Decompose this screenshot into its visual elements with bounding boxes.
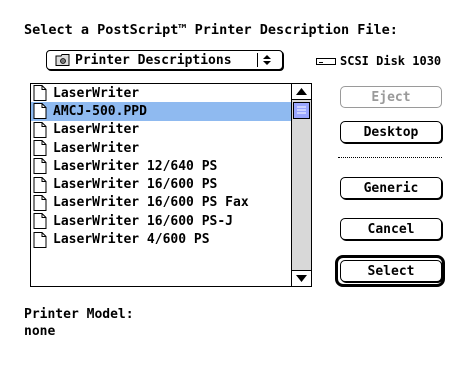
file-name: LaserWriter <box>53 85 140 101</box>
file-list[interactable]: LaserWriter AMCJ-500.PPD LaserWriter LaserW… <box>30 83 312 287</box>
generic-button[interactable]: Generic <box>340 177 442 199</box>
grip-icon <box>297 106 306 114</box>
document-icon <box>33 213 47 230</box>
printer-model-label: Printer Model: <box>24 307 134 322</box>
hard-disk-icon <box>316 57 336 65</box>
eject-button[interactable]: Eject <box>340 86 442 108</box>
document-icon <box>33 103 47 120</box>
file-name: LaserWriter 16/600 PS Fax <box>53 195 249 211</box>
folder-popup-label: Printer Descriptions <box>75 52 232 68</box>
file-name: LaserWriter <box>53 122 140 138</box>
document-icon <box>33 176 47 193</box>
desktop-button[interactable]: Desktop <box>340 121 442 143</box>
document-icon <box>33 194 47 211</box>
file-name: LaserWriter 4/600 PS <box>53 232 210 248</box>
document-icon <box>33 121 47 138</box>
updown-arrows-icon <box>257 53 276 67</box>
file-list-item[interactable]: LaserWriter 12/640 PS <box>31 157 292 175</box>
cancel-button[interactable]: Cancel <box>340 218 442 240</box>
scroll-thumb[interactable] <box>293 102 310 119</box>
printer-model-value: none <box>24 324 56 339</box>
file-list-item[interactable]: LaserWriter 16/600 PS <box>31 175 292 193</box>
document-icon <box>33 231 47 248</box>
folder-popup-menu[interactable]: Printer Descriptions <box>46 50 283 70</box>
file-list-item[interactable]: LaserWriter <box>31 121 292 139</box>
disk-label: SCSI Disk 1030 <box>340 54 442 68</box>
file-name: LaserWriter 16/600 PS <box>53 177 218 193</box>
file-list-rows: LaserWriter AMCJ-500.PPD LaserWriter LaserW… <box>31 84 292 249</box>
select-button[interactable]: Select <box>340 260 442 282</box>
file-name: LaserWriter 16/600 PS-J <box>53 213 234 229</box>
button-separator <box>338 157 442 158</box>
document-icon <box>33 85 47 102</box>
current-disk: SCSI Disk 1030 <box>316 54 441 68</box>
file-list-item[interactable]: LaserWriter 4/600 PS <box>31 230 292 248</box>
file-list-item[interactable]: AMCJ-500.PPD <box>31 102 292 121</box>
file-list-item[interactable]: LaserWriter <box>31 139 292 157</box>
arrow-up-icon <box>296 88 307 95</box>
scroll-up-arrow[interactable] <box>292 84 311 100</box>
document-icon <box>33 158 47 175</box>
arrow-down-icon <box>296 275 307 282</box>
dialog-prompt: Select a PostScript™ Printer Description… <box>24 22 398 38</box>
file-list-scrollbar[interactable] <box>291 84 311 286</box>
file-name: LaserWriter <box>53 140 140 156</box>
file-list-item[interactable]: LaserWriter <box>31 84 292 102</box>
file-name: AMCJ-500.PPD <box>53 103 147 119</box>
folder-icon <box>55 54 70 66</box>
file-list-item[interactable]: LaserWriter 16/600 PS Fax <box>31 194 292 212</box>
document-icon <box>33 140 47 157</box>
file-name: LaserWriter 12/640 PS <box>53 158 218 174</box>
scroll-down-arrow[interactable] <box>292 270 311 286</box>
file-list-item[interactable]: LaserWriter 16/600 PS-J <box>31 212 292 230</box>
